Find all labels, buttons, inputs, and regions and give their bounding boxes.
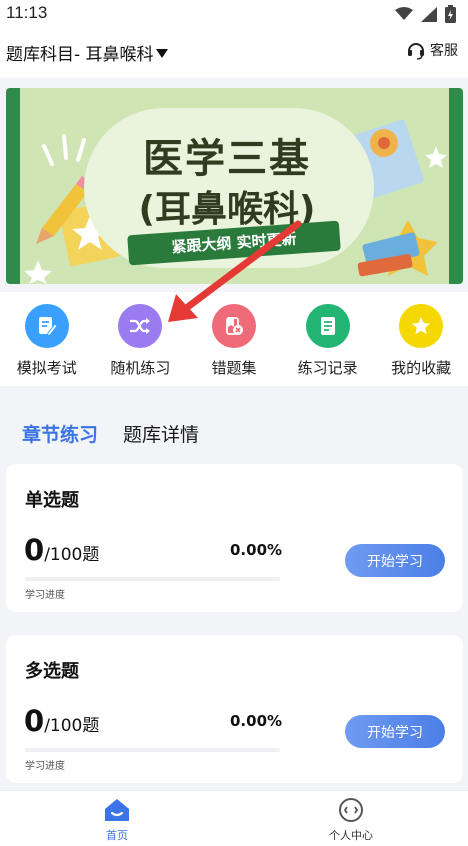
progress-percent: 0.00%: [230, 712, 283, 730]
start-learning-button[interactable]: 开始学习: [345, 544, 445, 577]
home-icon: [105, 799, 129, 821]
app-header: 题库科目- 耳鼻喉科 客服: [0, 28, 468, 78]
action-label: 随机练习: [110, 359, 171, 377]
profile-icon: [339, 798, 363, 822]
action-label: 错题集: [211, 359, 257, 377]
done-count: 0: [24, 704, 45, 738]
total-count: /100题: [44, 716, 100, 736]
wifi-icon: [395, 7, 413, 20]
tab-chapter-practice[interactable]: 章节练习: [22, 420, 98, 447]
subject-prefix: 题库科目-: [6, 45, 86, 65]
action-label: 模拟考试: [16, 359, 77, 377]
progress-label: 学习进度: [25, 761, 65, 772]
question-count: 0/100题: [24, 533, 99, 567]
progress-percent: 0.00%: [230, 541, 283, 559]
action-practice-records[interactable]: 练习记录: [281, 292, 375, 386]
question-type-card: 多选题 0/100题 0.00% 学习进度 开始学习: [6, 635, 463, 783]
subject-value: 耳鼻喉科: [85, 45, 154, 65]
shuffle-icon: [118, 304, 163, 348]
nav-home[interactable]: 首页: [0, 791, 234, 846]
action-wrong-questions[interactable]: 错题集: [187, 292, 281, 386]
status-time: 11:13: [6, 3, 48, 22]
quick-actions: 模拟考试 随机练习 错题集 练习记录 我的收藏: [0, 292, 468, 386]
action-label: 练习记录: [297, 359, 358, 377]
progress-label: 学习进度: [25, 590, 65, 601]
banner-title-line1: 医学三基: [143, 136, 311, 182]
promo-banner[interactable]: 医学三基 (耳鼻喉科) 紧跟大纲 实时更新: [6, 88, 463, 284]
question-type-title: 单选题: [25, 490, 79, 511]
nav-profile[interactable]: 个人中心: [234, 791, 468, 846]
bottom-nav: 首页 个人中心: [0, 790, 468, 846]
action-my-favorites[interactable]: 我的收藏: [374, 292, 468, 386]
action-random-practice[interactable]: 随机练习: [94, 292, 188, 386]
start-learning-button[interactable]: 开始学习: [345, 715, 445, 748]
action-mock-exam[interactable]: 模拟考试: [0, 292, 94, 386]
question-count: 0/100题: [24, 704, 99, 738]
signal-icon: [421, 6, 437, 22]
status-bar: 11:13: [0, 0, 468, 28]
customer-service-label: 客服: [430, 43, 458, 59]
headset-icon: [408, 43, 424, 60]
wrong-questions-icon: [211, 304, 256, 348]
star-icon: [399, 304, 444, 348]
nav-home-label: 首页: [106, 829, 128, 842]
nav-profile-label: 个人中心: [329, 829, 373, 842]
system-icons: [395, 5, 456, 23]
total-count: /100题: [44, 545, 100, 565]
action-label: 我的收藏: [391, 359, 452, 377]
battery-icon: [445, 5, 456, 23]
question-type-card: 单选题 0/100题 0.00% 学习进度 开始学习: [6, 464, 463, 612]
done-count: 0: [24, 533, 45, 567]
question-type-title: 多选题: [25, 661, 79, 682]
progress-bar: [25, 748, 280, 752]
caret-down-icon: [155, 49, 168, 58]
exam-edit-icon: [24, 304, 69, 348]
tab-bank-details[interactable]: 题库详情: [123, 420, 199, 447]
record-icon: [305, 304, 350, 348]
customer-service-button[interactable]: 客服: [406, 40, 458, 60]
section-tabs: 章节练习 题库详情: [0, 404, 468, 460]
subject-selector[interactable]: 题库科目- 耳鼻喉科: [6, 40, 168, 65]
progress-bar: [25, 577, 280, 581]
